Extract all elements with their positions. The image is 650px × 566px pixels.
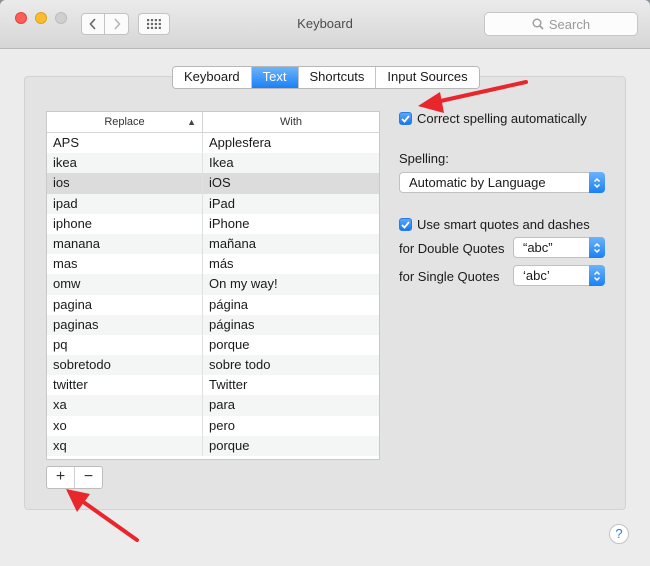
table-body: APS Applesfera ikea Ikea ios iOS ipad iPad iphon… [47,133,379,456]
replace-cell[interactable]: ikea [47,153,203,174]
replace-cell[interactable]: xq [47,435,203,456]
with-cell[interactable]: iPad [203,194,379,214]
table-header: Replace ▲ With [47,112,379,133]
replace-cell[interactable]: omw [47,274,203,295]
table-row[interactable]: omw On my way! [47,274,379,295]
table-row[interactable]: pagina página [47,294,379,315]
with-cell[interactable]: para [203,395,379,415]
table-row[interactable]: ikea Ikea [47,153,379,174]
table-row[interactable]: xq porque [47,435,379,456]
checkmark-icon [401,114,410,123]
with-cell[interactable]: porque [203,335,379,355]
replace-cell[interactable]: ios [47,173,203,194]
checkmark-icon [401,220,410,229]
replace-cell[interactable]: sobretodo [47,355,203,376]
correct-spelling-option[interactable]: Correct spelling automatically [399,111,587,126]
tab-text[interactable]: Text [251,67,299,88]
with-cell[interactable]: On my way! [203,274,379,294]
replace-cell[interactable]: APS [47,133,203,154]
correct-spelling-checkbox[interactable] [399,112,412,125]
remove-button[interactable]: − [75,467,102,488]
add-remove-control: + − [46,466,103,489]
search-field[interactable]: Search [484,12,638,36]
table-row[interactable]: xa para [47,395,379,416]
tab-bar: Keyboard Text Shortcuts Input Sources [172,66,480,89]
single-quotes-label: for Single Quotes [399,269,500,284]
table-row[interactable]: twitter Twitter [47,375,379,396]
correct-spelling-label: Correct spelling automatically [417,111,587,126]
text-replacement-table[interactable]: Replace ▲ With APS Applesfera ikea Ikea ios i… [46,111,380,460]
with-column-header[interactable]: With [203,112,379,132]
replace-cell[interactable]: twitter [47,375,203,396]
table-row[interactable]: ios iOS [47,173,379,194]
table-row[interactable]: iphone iPhone [47,213,379,234]
replace-cell[interactable]: mas [47,254,203,275]
with-cell[interactable]: iPhone [203,214,379,234]
with-cell[interactable]: Twitter [203,375,379,395]
spelling-language-value: Automatic by Language [409,175,546,190]
replace-column-header[interactable]: Replace ▲ [47,112,203,132]
popup-arrows-icon [589,237,605,258]
keyboard-preferences-window: Keyboard Search Keyboard Text Shortcuts … [0,0,650,566]
table-row[interactable]: mas más [47,254,379,275]
search-icon [532,18,544,30]
replace-cell[interactable]: manana [47,233,203,255]
replace-cell[interactable]: pq [47,334,203,356]
replace-cell[interactable]: ipad [47,193,203,214]
double-quotes-popup[interactable]: “abc” [513,237,605,258]
add-button[interactable]: + [47,467,75,488]
double-quotes-value: “abc” [523,240,553,255]
search-placeholder: Search [548,16,591,32]
replace-cell[interactable]: xo [47,415,203,436]
single-quotes-popup[interactable]: ‘abc’ [513,265,605,286]
tab-shortcuts[interactable]: Shortcuts [298,67,377,88]
table-row[interactable]: manana mañana [47,233,379,255]
tab-input-sources[interactable]: Input Sources [376,67,479,88]
popup-arrows-icon [589,172,605,193]
table-row[interactable]: sobretodo sobre todo [47,355,379,376]
sort-ascending-icon: ▲ [187,117,196,127]
with-cell[interactable]: pero [203,416,379,436]
table-row[interactable]: pq porque [47,334,379,356]
replace-cell[interactable]: iphone [47,213,203,234]
replace-header-label: Replace [104,116,145,128]
table-row[interactable]: xo pero [47,415,379,436]
with-cell[interactable]: más [203,254,379,274]
spelling-language-popup[interactable]: Automatic by Language [399,172,605,193]
single-quotes-value: ‘abc’ [523,268,550,283]
with-cell[interactable]: página [203,295,379,315]
help-button[interactable]: ? [609,524,629,544]
double-quotes-label: for Double Quotes [399,241,505,256]
with-cell[interactable]: Applesfera [203,133,379,153]
smart-quotes-checkbox[interactable] [399,218,412,231]
with-cell[interactable]: mañana [203,234,379,254]
spelling-label: Spelling: [399,151,449,166]
table-row[interactable]: paginas páginas [47,314,379,335]
popup-arrows-icon [589,265,605,286]
replace-cell[interactable]: pagina [47,294,203,315]
with-cell[interactable]: Ikea [203,153,379,173]
with-cell[interactable]: páginas [203,315,379,335]
smart-quotes-label: Use smart quotes and dashes [417,217,590,232]
replace-cell[interactable]: paginas [47,314,203,335]
tab-keyboard[interactable]: Keyboard [173,67,252,88]
with-cell[interactable]: sobre todo [203,355,379,375]
with-cell[interactable]: iOS [203,173,379,193]
title-bar: Keyboard Search [0,0,650,49]
smart-quotes-option[interactable]: Use smart quotes and dashes [399,217,590,232]
table-row[interactable]: ipad iPad [47,193,379,214]
table-row[interactable]: APS Applesfera [47,133,379,154]
replace-cell[interactable]: xa [47,395,203,416]
with-cell[interactable]: porque [203,436,379,456]
